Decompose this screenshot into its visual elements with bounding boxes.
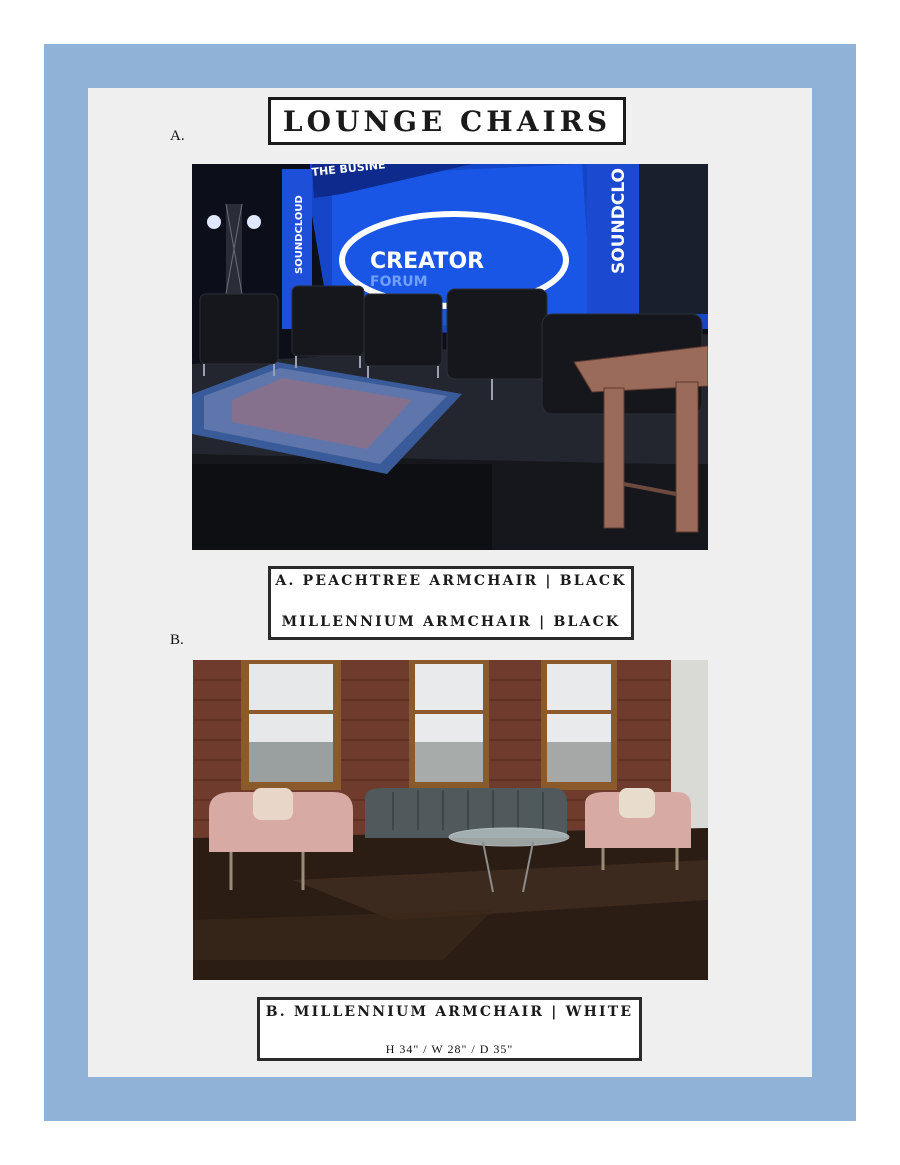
screen-logo-main: CREATOR xyxy=(370,249,484,274)
loft-windows xyxy=(241,660,617,790)
caption-a-line-1: A. PEACHTREE ARMCHAIR | BLACK xyxy=(275,573,627,589)
caption-box-b: B. MILLENNIUM ARMCHAIR | WHITE H 34" / W… xyxy=(257,997,642,1061)
screen-logo-sub: FORUM xyxy=(370,274,428,290)
section-b-letter: B. xyxy=(170,632,184,648)
section-a-letter: A. xyxy=(170,128,185,144)
title-box: LOUNGE CHAIRS xyxy=(268,97,626,145)
caption-b-line-1: B. MILLENNIUM ARMCHAIR | WHITE xyxy=(265,1004,634,1020)
photo-stage-armchairs: THE BUSINE SOUNDCLOUD SOUNDCLO CREATOR F… xyxy=(192,164,708,550)
page-title: LOUNGE CHAIRS xyxy=(282,104,612,138)
screen-side-text: SOUNDCLOUD xyxy=(294,195,305,274)
caption-box-a: A. PEACHTREE ARMCHAIR | BLACK MILLENNIUM… xyxy=(268,566,634,640)
dimensions-text: H 34" / W 28" / D 35" xyxy=(385,1042,514,1056)
screen-side-text-right: SOUNDCLO xyxy=(609,168,629,274)
caption-a-line-2: MILLENNIUM ARMCHAIR | BLACK xyxy=(281,614,621,630)
photo-loft-armchairs xyxy=(193,660,708,980)
